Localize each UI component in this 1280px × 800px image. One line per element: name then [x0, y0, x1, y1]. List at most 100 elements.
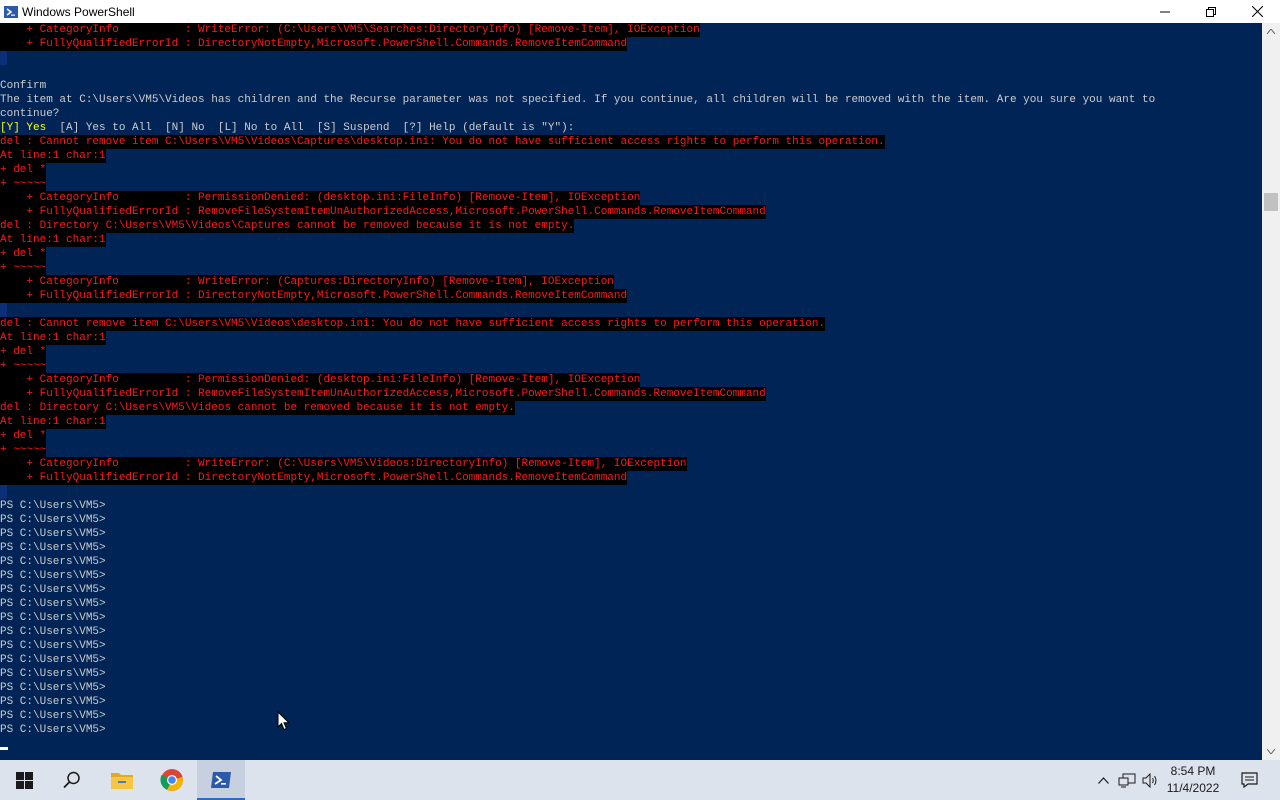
- chrome-icon: [160, 769, 183, 791]
- console-line: PS C:\Users\VM5>: [0, 583, 1155, 597]
- taskbar-clock[interactable]: 8:54 PM 11/4/2022: [1158, 763, 1228, 797]
- console-text: del : Directory C:\Users\VM5\Videos cann…: [0, 401, 515, 415]
- console-text: [Y] Yes: [0, 122, 47, 134]
- console-text: PS C:\Users\VM5>: [0, 710, 106, 722]
- console-text: PS C:\Users\VM5>: [0, 542, 106, 554]
- console-text: + CategoryInfo : PermissionDenied: (desk…: [0, 373, 641, 387]
- console-line: PS C:\Users\VM5>: [0, 625, 1155, 639]
- console-text: At line:1 char:1: [0, 149, 106, 163]
- title-bar: Windows PowerShell: [0, 0, 1280, 23]
- console-text: PS C:\Users\VM5>: [0, 584, 106, 596]
- taskbar: 8:54 PM 11/4/2022: [0, 760, 1280, 800]
- console-text: + ~~~~~: [0, 443, 47, 457]
- console-line: + CategoryInfo : PermissionDenied: (desk…: [0, 191, 1155, 205]
- console-line: + ~~~~~: [0, 261, 1155, 275]
- console-text: del : Cannot remove item C:\Users\VM5\Vi…: [0, 317, 826, 331]
- network-icon: [1118, 773, 1136, 787]
- chevron-down-icon: [1267, 749, 1275, 754]
- console-output[interactable]: + CategoryInfo : WriteError: (C:\Users\V…: [0, 23, 1262, 760]
- console-text: PS C:\Users\VM5>: [0, 696, 106, 708]
- restore-button[interactable]: [1188, 0, 1234, 23]
- console-text: At line:1 char:1: [0, 331, 106, 345]
- console-line: + FullyQualifiedErrorId : DirectoryNotEm…: [0, 471, 1155, 485]
- console-line: del : Cannot remove item C:\Users\VM5\Vi…: [0, 317, 1155, 331]
- console-line: + FullyQualifiedErrorId : DirectoryNotEm…: [0, 289, 1155, 303]
- vertical-scrollbar[interactable]: [1262, 23, 1280, 760]
- minimize-button[interactable]: [1142, 0, 1188, 23]
- console-lines: + CategoryInfo : WriteError: (C:\Users\V…: [0, 23, 1155, 737]
- console-line: + del *: [0, 345, 1155, 359]
- console-text: At line:1 char:1: [0, 415, 106, 429]
- close-button[interactable]: [1234, 0, 1280, 23]
- console-text: At line:1 char:1: [0, 233, 106, 247]
- console-text: Confirm: [0, 80, 47, 92]
- taskbar-powershell[interactable]: [197, 760, 245, 800]
- console-line: At line:1 char:1: [0, 415, 1155, 429]
- console-text: + del *: [0, 247, 47, 261]
- console-text: PS C:\Users\VM5>: [0, 682, 106, 694]
- console-text: [0, 51, 7, 65]
- tray-overflow-button[interactable]: [1094, 760, 1112, 800]
- mouse-pointer-icon: [277, 711, 291, 731]
- console-line: del : Cannot remove item C:\Users\VM5\Vi…: [0, 135, 1155, 149]
- console-text: + del *: [0, 429, 47, 443]
- console-text: PS C:\Users\VM5>: [0, 500, 106, 512]
- console-text: + FullyQualifiedErrorId : DirectoryNotEm…: [0, 37, 628, 51]
- taskbar-chrome[interactable]: [148, 760, 196, 800]
- console-line: + FullyQualifiedErrorId : DirectoryNotEm…: [0, 37, 1155, 51]
- console-line: PS C:\Users\VM5>: [0, 569, 1155, 583]
- search-button[interactable]: [48, 760, 96, 800]
- console-text: PS C:\Users\VM5>: [0, 514, 106, 526]
- console-line: PS C:\Users\VM5>: [0, 541, 1155, 555]
- action-center-button[interactable]: [1232, 760, 1266, 800]
- console-line: del : Directory C:\Users\VM5\Videos cann…: [0, 401, 1155, 415]
- console-line: PS C:\Users\VM5>: [0, 513, 1155, 527]
- clock-time: 8:54 PM: [1170, 764, 1216, 778]
- chevron-up-icon: [1097, 776, 1109, 784]
- powershell-icon: [211, 772, 231, 788]
- console-line: + FullyQualifiedErrorId : RemoveFileSyst…: [0, 387, 1155, 401]
- start-button[interactable]: [0, 760, 48, 800]
- console-line: + ~~~~~: [0, 177, 1155, 191]
- console-text: + FullyQualifiedErrorId : DirectoryNotEm…: [0, 471, 628, 485]
- scroll-thumb[interactable]: [1264, 193, 1278, 211]
- console-text: [A] Yes to All [N] No [L] No to All [S] …: [46, 122, 575, 134]
- console-line: + CategoryInfo : PermissionDenied: (desk…: [0, 373, 1155, 387]
- restore-icon: [1206, 6, 1216, 17]
- network-button[interactable]: [1116, 760, 1138, 800]
- console-line: PS C:\Users\VM5>: [0, 527, 1155, 541]
- console-text: + del *: [0, 163, 47, 177]
- console-text: + ~~~~~: [0, 261, 47, 275]
- file-explorer-icon: [111, 773, 133, 789]
- window-controls: [1142, 0, 1280, 23]
- console-line: del : Directory C:\Users\VM5\Videos\Capt…: [0, 219, 1155, 233]
- console-text: del : Directory C:\Users\VM5\Videos\Capt…: [0, 219, 575, 233]
- console-text: del : Cannot remove item C:\Users\VM5\Vi…: [0, 135, 885, 149]
- notifications-icon: [1240, 772, 1258, 788]
- console-text: continue?: [0, 108, 60, 120]
- close-icon: [1251, 6, 1263, 17]
- console-text: + FullyQualifiedErrorId : RemoveFileSyst…: [0, 205, 766, 219]
- console-line: + CategoryInfo : WriteError: (C:\Users\V…: [0, 23, 1155, 37]
- console-line: PS C:\Users\VM5>: [0, 499, 1155, 513]
- console-text: PS C:\Users\VM5>: [0, 724, 106, 736]
- volume-button[interactable]: [1140, 760, 1160, 800]
- console-text: + CategoryInfo : WriteError: (C:\Users\V…: [0, 457, 687, 471]
- console-text: PS C:\Users\VM5>: [0, 598, 106, 610]
- console-line: [0, 51, 1155, 65]
- windows-start-icon: [15, 771, 33, 789]
- console-line: [0, 303, 1155, 317]
- console-line: + FullyQualifiedErrorId : RemoveFileSyst…: [0, 205, 1155, 219]
- console-text: PS C:\Users\VM5>: [0, 654, 106, 666]
- scroll-up-button[interactable]: [1262, 23, 1280, 40]
- console-line: PS C:\Users\VM5>: [0, 611, 1155, 625]
- text-cursor: [0, 747, 8, 750]
- console-line: PS C:\Users\VM5>: [0, 597, 1155, 611]
- console-text: + ~~~~~: [0, 359, 47, 373]
- console-line: PS C:\Users\VM5>: [0, 639, 1155, 653]
- scroll-down-button[interactable]: [1262, 743, 1280, 760]
- console-text: + ~~~~~: [0, 177, 47, 191]
- taskbar-file-explorer[interactable]: [98, 760, 146, 800]
- console-text: PS C:\Users\VM5>: [0, 640, 106, 652]
